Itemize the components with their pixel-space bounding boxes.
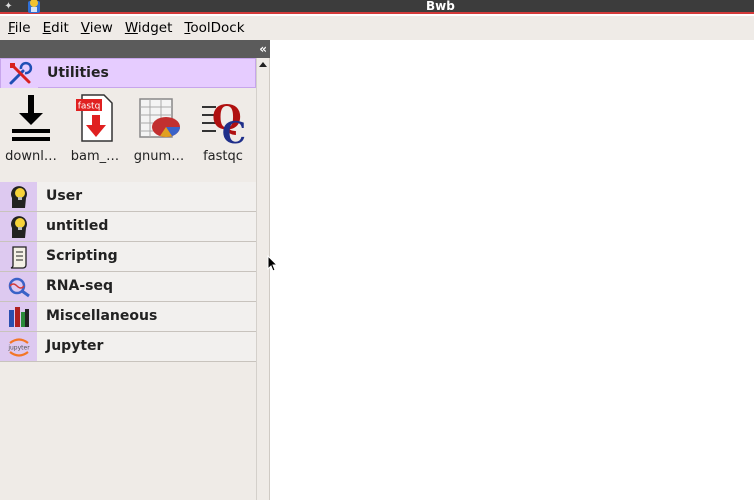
category-label: User [46, 188, 83, 204]
rna-magnifier-icon [0, 272, 37, 301]
menu-edit[interactable]: Edit [37, 16, 75, 40]
tool-dock: « Utilities downl… fastq bam_… gnum… Q C… [0, 40, 270, 500]
category-user[interactable]: User [0, 182, 256, 212]
widget-download[interactable]: downl… [0, 89, 62, 181]
mouse-pointer-icon [267, 255, 279, 272]
jupyter-icon: jupyter [0, 332, 37, 361]
category-jupyter[interactable]: jupyter Jupyter [0, 332, 256, 362]
widget-gnumeric[interactable]: gnum… [128, 89, 190, 181]
category-label: RNA-seq [46, 278, 113, 294]
menu-view[interactable]: View [75, 16, 119, 40]
window-title: Bwb [426, 0, 455, 13]
menu-file[interactable]: File [2, 16, 37, 40]
tools-icon [1, 59, 38, 88]
menu-tooldock[interactable]: ToolDock [178, 16, 250, 40]
category-label: untitled [46, 218, 109, 234]
category-label: Jupyter [46, 338, 104, 354]
category-label: Utilities [47, 65, 109, 81]
lightbulb-head-icon [0, 182, 37, 211]
widget-fastqc[interactable]: Q C fastqc [192, 89, 254, 181]
toolbox: Utilities downl… fastq bam_… gnum… Q C f… [0, 58, 256, 500]
category-utilities[interactable]: Utilities [0, 58, 256, 88]
svg-text:jupyter: jupyter [7, 344, 30, 351]
category-miscellaneous[interactable]: Miscellaneous [0, 302, 256, 332]
svg-text:C: C [222, 116, 246, 145]
menu-widget[interactable]: Widget [119, 16, 179, 40]
fastq-file-icon: fastq [76, 94, 113, 142]
title-bar: ✦ Bwb [0, 0, 754, 14]
widget-grid: downl… fastq bam_… gnum… Q C fastqc [0, 89, 256, 181]
script-scroll-icon [0, 242, 37, 271]
dock-scrollbar[interactable] [256, 58, 269, 500]
dock-header: « [0, 40, 270, 58]
widget-label: bam_… [70, 149, 120, 164]
svg-text:fastq: fastq [78, 102, 101, 112]
scroll-up-icon[interactable] [259, 62, 267, 67]
lightbulb-head-icon [0, 212, 37, 241]
category-label: Scripting [46, 248, 118, 264]
collapse-dock-icon[interactable]: « [259, 41, 267, 57]
widget-bam[interactable]: fastq bam_… [64, 89, 126, 181]
category-label: Miscellaneous [46, 308, 158, 324]
widget-label: gnum… [133, 149, 185, 164]
fastqc-icon: Q C [202, 98, 246, 145]
menu-bar: File Edit View Widget ToolDock [0, 16, 754, 40]
widget-label: fastqc [203, 149, 243, 164]
workflow-canvas[interactable] [271, 40, 754, 500]
category-rna-seq[interactable]: RNA-seq [0, 272, 256, 302]
download-icon [12, 95, 50, 141]
category-scripting[interactable]: Scripting [0, 242, 256, 272]
spreadsheet-chart-icon [139, 98, 180, 138]
widget-label: downl… [5, 149, 57, 164]
category-untitled[interactable]: untitled [0, 212, 256, 242]
books-icon [0, 302, 37, 331]
